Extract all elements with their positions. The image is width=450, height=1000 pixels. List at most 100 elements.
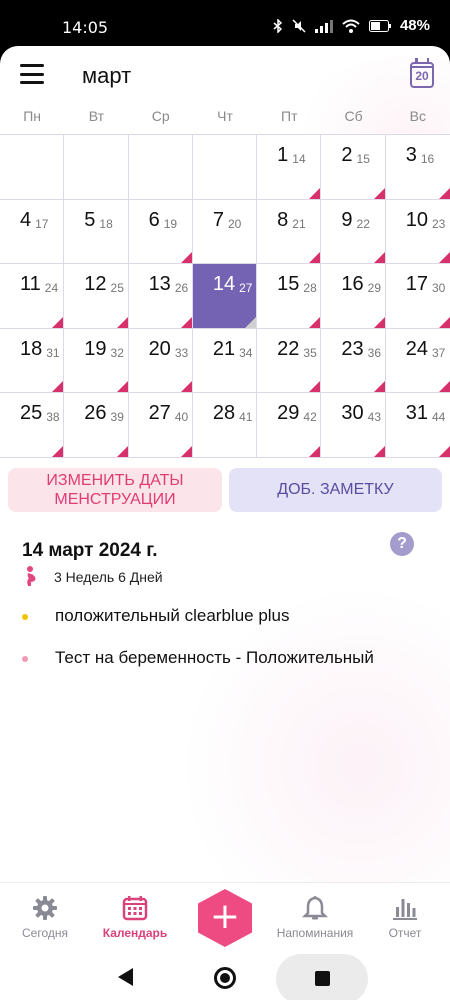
day-number: 28 [212,402,236,425]
day-number: 13 [148,273,171,296]
calendar-day-cell[interactable]: 12 25 [64,264,129,329]
day-number: 17 [405,273,428,296]
cycle-day-number: 38 [46,410,60,425]
calendar-day-cell[interactable]: 25 38 [0,393,65,458]
period-marker [309,381,321,393]
day-number: 23 [341,337,364,360]
period-marker [52,381,64,393]
change-period-dates-button[interactable]: ИЗМЕНИТЬ ДАТЫ МЕНСТРУАЦИИ [8,468,222,512]
recents-button[interactable] [276,954,368,1000]
period-marker [180,252,192,264]
calendar-day-cell[interactable]: 5 18 [64,199,129,265]
period-marker [438,381,450,393]
cycle-day-number: 21 [292,216,306,231]
bar-chart-icon [393,899,417,920]
cycle-day-number: 44 [431,410,446,425]
calendar-today-icon[interactable]: 20 [410,58,434,88]
cycle-day-number: 25 [110,281,124,296]
cycle-day-number: 19 [163,216,178,231]
cycle-day-number: 16 [420,152,435,166]
calendar-day-cell[interactable]: 9 22 [321,199,386,265]
nav-label: Отчет [388,926,422,940]
day-number: 25 [20,402,43,425]
calendar-day-cell[interactable]: 1 14 [257,135,322,200]
calendar-day-cell[interactable]: 29 42 [257,393,322,458]
cycle-day-number: 32 [110,345,124,360]
calendar-day-cell[interactable]: 21 34 [192,328,258,394]
period-marker [180,381,192,393]
nav-today[interactable]: Сегодня [0,883,90,953]
selected-date-title: 14 март 2024 г. [22,540,158,561]
calendar-day-cell[interactable]: 6 19 [128,199,193,265]
note-item[interactable]: Тест на беременность - Положительный [0,648,450,672]
calendar-day-cell[interactable]: 22 35 [257,328,322,394]
calendar-day-cell[interactable]: 11 24 [0,264,65,329]
calendar-day-cell[interactable]: 13 26 [128,264,193,329]
day-number: 19 [84,337,107,360]
calendar-day-cell[interactable]: 23 36 [321,328,386,394]
calendar-day-cell[interactable]: 20 33 [128,328,193,394]
calendar-day-cell[interactable]: 31 44 [385,393,450,458]
note-item[interactable]: положительный clearblue plus [0,606,450,630]
calendar-day-cell[interactable]: 8 21 [257,199,322,265]
nav-reminders[interactable]: Напоминания [270,883,360,953]
day-number: 6 [148,208,160,231]
calendar-day-cell[interactable]: 18 31 [0,328,65,394]
day-number: 18 [20,337,43,360]
calendar-day-cell [192,135,258,200]
calendar-day-cell[interactable]: 7 20 [192,199,258,265]
pregnancy-week-text: 3 Недель 6 Дней [54,569,163,585]
calendar-day-cell[interactable]: 26 39 [64,393,129,458]
add-note-button[interactable]: ДОБ. ЗАМЕТКУ [229,468,442,512]
calendar-day-cell[interactable]: 16 29 [321,264,386,329]
note-text: положительный clearblue plus [55,606,290,625]
cycle-day-number: 20 [227,216,242,231]
cycle-day-number: 14 [292,152,306,166]
wifi-icon [342,19,360,33]
nav-report[interactable]: Отчет [360,883,450,953]
day-number: 31 [405,402,428,425]
battery-icon [368,19,391,32]
home-icon[interactable] [214,967,236,989]
calendar-day-cell[interactable]: 4 17 [0,199,65,265]
calendar-day-cell[interactable]: 19 32 [64,328,129,394]
day-number: 22 [277,337,300,360]
calendar-day-cell[interactable]: 3 16 [385,135,450,200]
calendar-day-cell[interactable]: 27 40 [128,393,193,458]
period-marker [180,445,192,457]
calendar-day-cell[interactable]: 10 23 [385,199,450,265]
calendar-day-cell[interactable]: 15 28 [257,264,322,329]
period-marker [373,316,385,328]
cycle-day-number: 28 [303,281,317,296]
button-label-line: ИЗМЕНИТЬ ДАТЫ [46,472,184,489]
period-marker [309,252,321,264]
calendar-day-cell[interactable]: 24 37 [385,328,450,394]
calendar-day-cell[interactable]: 30 43 [321,393,386,458]
calendar-day-cell[interactable]: 2 15 [321,135,386,200]
cycle-day-number: 18 [99,216,113,231]
day-number: 1 [277,144,289,166]
calendar-day-cell[interactable]: 28 41 [192,393,258,458]
nav-label: Календарь [102,926,168,940]
bottom-navigation: Сегодня Календарь + Напоминания Отчет [0,882,450,954]
back-icon[interactable] [118,968,133,986]
day-number: 5 [84,208,96,231]
calendar-day-cell-selected[interactable]: 14 27 [192,264,258,329]
action-buttons: ИЗМЕНИТЬ ДАТЫ МЕНСТРУАЦИИ ДОБ. ЗАМЕТКУ [0,468,450,514]
calendar-day-cell[interactable]: 17 30 [385,264,450,329]
cycle-day-number: 34 [239,345,253,360]
add-button[interactable]: + [198,889,252,947]
weekday-label: Пт [281,108,298,124]
note-dot [22,656,28,662]
day-number: 12 [84,273,107,296]
month-title[interactable]: март [82,63,131,89]
nav-calendar[interactable]: Календарь [90,883,180,953]
day-number: 16 [341,273,364,296]
status-time: 14:05 [62,18,109,37]
help-icon[interactable]: ? [390,532,414,556]
note-text: Тест на беременность - Положительный [55,648,374,667]
signal-icon [314,19,333,33]
period-marker [309,187,321,199]
menu-icon[interactable] [20,64,44,84]
cycle-day-number: 29 [367,281,382,296]
